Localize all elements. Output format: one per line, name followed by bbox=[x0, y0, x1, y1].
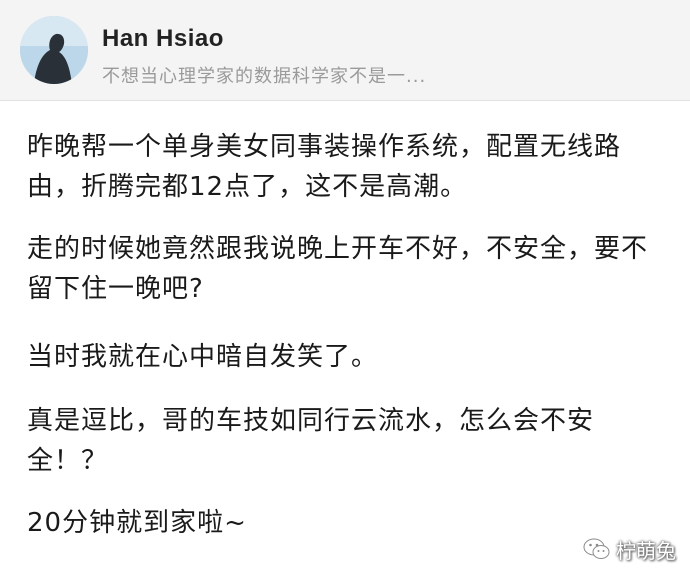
author-bio: 不想当心理学家的数据科学家不是一... bbox=[102, 66, 427, 87]
post-header: Han Hsiao 不想当心理学家的数据科学家不是一... bbox=[0, 0, 690, 101]
watermark-text: 柠萌兔 bbox=[616, 538, 676, 563]
post-paragraph-5: 20分钟就到家啦~ bbox=[27, 508, 247, 538]
avatar[interactable] bbox=[20, 16, 88, 84]
post-paragraph-4: 真是逗比，哥的车技如同行云流水，怎么会不安全！？ bbox=[27, 406, 595, 476]
watermark: 柠萌兔 bbox=[582, 534, 676, 564]
author-name[interactable]: Han Hsiao bbox=[102, 25, 224, 53]
wechat-logo-icon bbox=[583, 538, 610, 559]
post-body: 昨晚帮一个单身美女同事装操作系统，配置无线路由，折腾完都12点了，这不是高潮。 … bbox=[0, 101, 690, 576]
avatar-image bbox=[20, 16, 88, 84]
post-paragraph-3: 当时我就在心中暗自发笑了。 bbox=[27, 342, 379, 372]
post-paragraph-2: 走的时候她竟然跟我说晚上开车不好，不安全，要不留下住一晚吧? bbox=[27, 234, 649, 304]
post-paragraph-1: 昨晚帮一个单身美女同事装操作系统，配置无线路由，折腾完都12点了，这不是高潮。 bbox=[27, 132, 622, 202]
